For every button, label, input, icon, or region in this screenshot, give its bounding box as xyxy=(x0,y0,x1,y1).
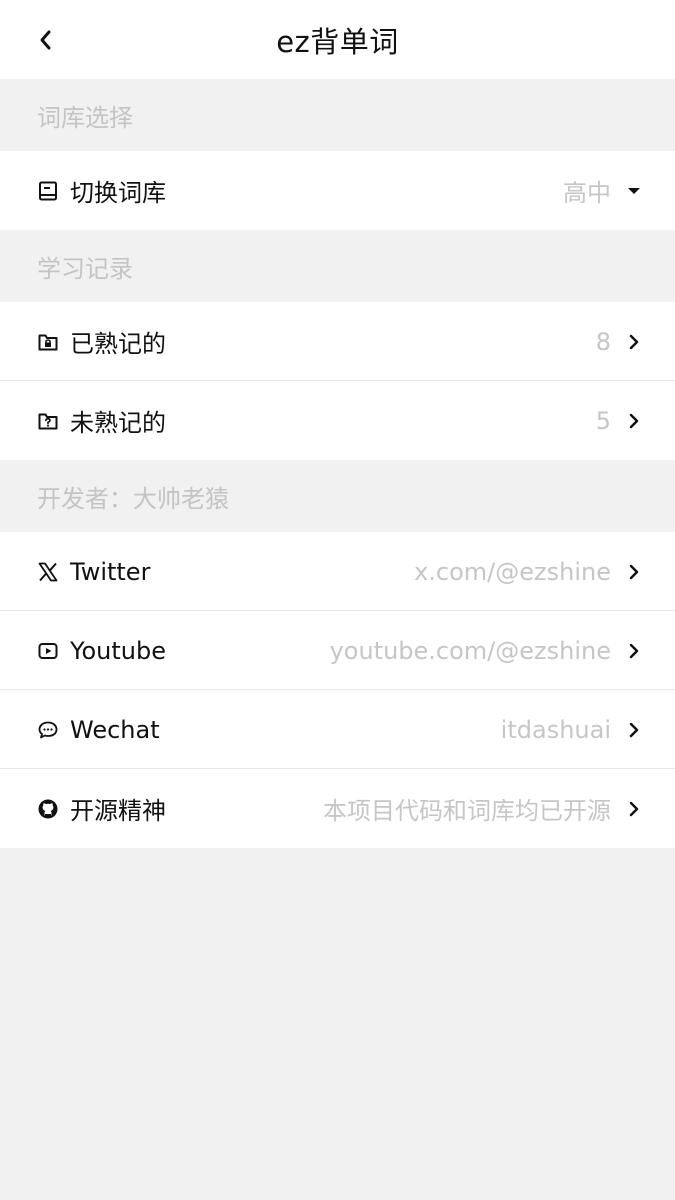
chevron-right-icon xyxy=(623,719,645,741)
known-words-row[interactable]: 已熟记的 8 xyxy=(0,302,675,381)
twitter-label: Twitter xyxy=(70,557,151,586)
section-header-label: 词库选择 xyxy=(37,103,133,132)
back-button[interactable] xyxy=(30,22,60,58)
book-icon xyxy=(37,180,59,202)
play-square-icon xyxy=(37,640,59,662)
opensource-description: 本项目代码和词库均已开源 xyxy=(323,797,611,825)
current-library-value: 高中 xyxy=(563,179,611,207)
switch-library-row[interactable]: 切换词库 高中 xyxy=(0,151,675,230)
switch-library-label: 切换词库 xyxy=(70,179,166,207)
caret-down-icon xyxy=(623,180,645,202)
section-header-records: 学习记录 xyxy=(0,230,675,302)
page-title: ez背单词 xyxy=(276,24,399,59)
chevron-right-icon xyxy=(623,331,645,353)
unknown-words-count: 5 xyxy=(595,406,611,435)
unknown-words-row[interactable]: 未熟记的 5 xyxy=(0,381,675,460)
chevron-right-icon xyxy=(623,640,645,662)
chevron-left-icon xyxy=(40,30,51,50)
twitter-row[interactable]: Twitter x.com/@ezshine xyxy=(0,532,675,611)
unknown-words-label: 未熟记的 xyxy=(70,409,166,437)
chevron-right-icon xyxy=(623,561,645,583)
wechat-id: itdashuai xyxy=(500,715,611,744)
section-header-developer: 开发者：大帅老猿 xyxy=(0,460,675,532)
opensource-row[interactable]: 开源精神 本项目代码和词库均已开源 xyxy=(0,769,675,848)
known-words-count: 8 xyxy=(595,327,611,356)
wechat-row[interactable]: Wechat itdashuai xyxy=(0,690,675,769)
navigation-bar: ez背单词 xyxy=(0,0,675,79)
wechat-label: Wechat xyxy=(70,715,160,744)
youtube-row[interactable]: Youtube youtube.com/@ezshine xyxy=(0,611,675,690)
section-header-library: 词库选择 xyxy=(0,79,675,151)
chevron-right-icon xyxy=(623,410,645,432)
folder-lock-icon xyxy=(37,331,59,353)
section-header-label: 学习记录 xyxy=(37,254,133,283)
x-logo-icon xyxy=(37,561,59,583)
youtube-label: Youtube xyxy=(70,636,166,665)
chat-bubble-icon xyxy=(37,719,59,741)
folder-question-icon xyxy=(37,410,59,432)
known-words-label: 已熟记的 xyxy=(70,330,166,358)
section-header-label: 开发者：大帅老猿 xyxy=(37,484,229,513)
chevron-right-icon xyxy=(623,798,645,820)
youtube-handle: youtube.com/@ezshine xyxy=(329,636,611,665)
opensource-label: 开源精神 xyxy=(70,797,166,825)
twitter-handle: x.com/@ezshine xyxy=(414,557,611,586)
github-icon xyxy=(37,798,59,820)
